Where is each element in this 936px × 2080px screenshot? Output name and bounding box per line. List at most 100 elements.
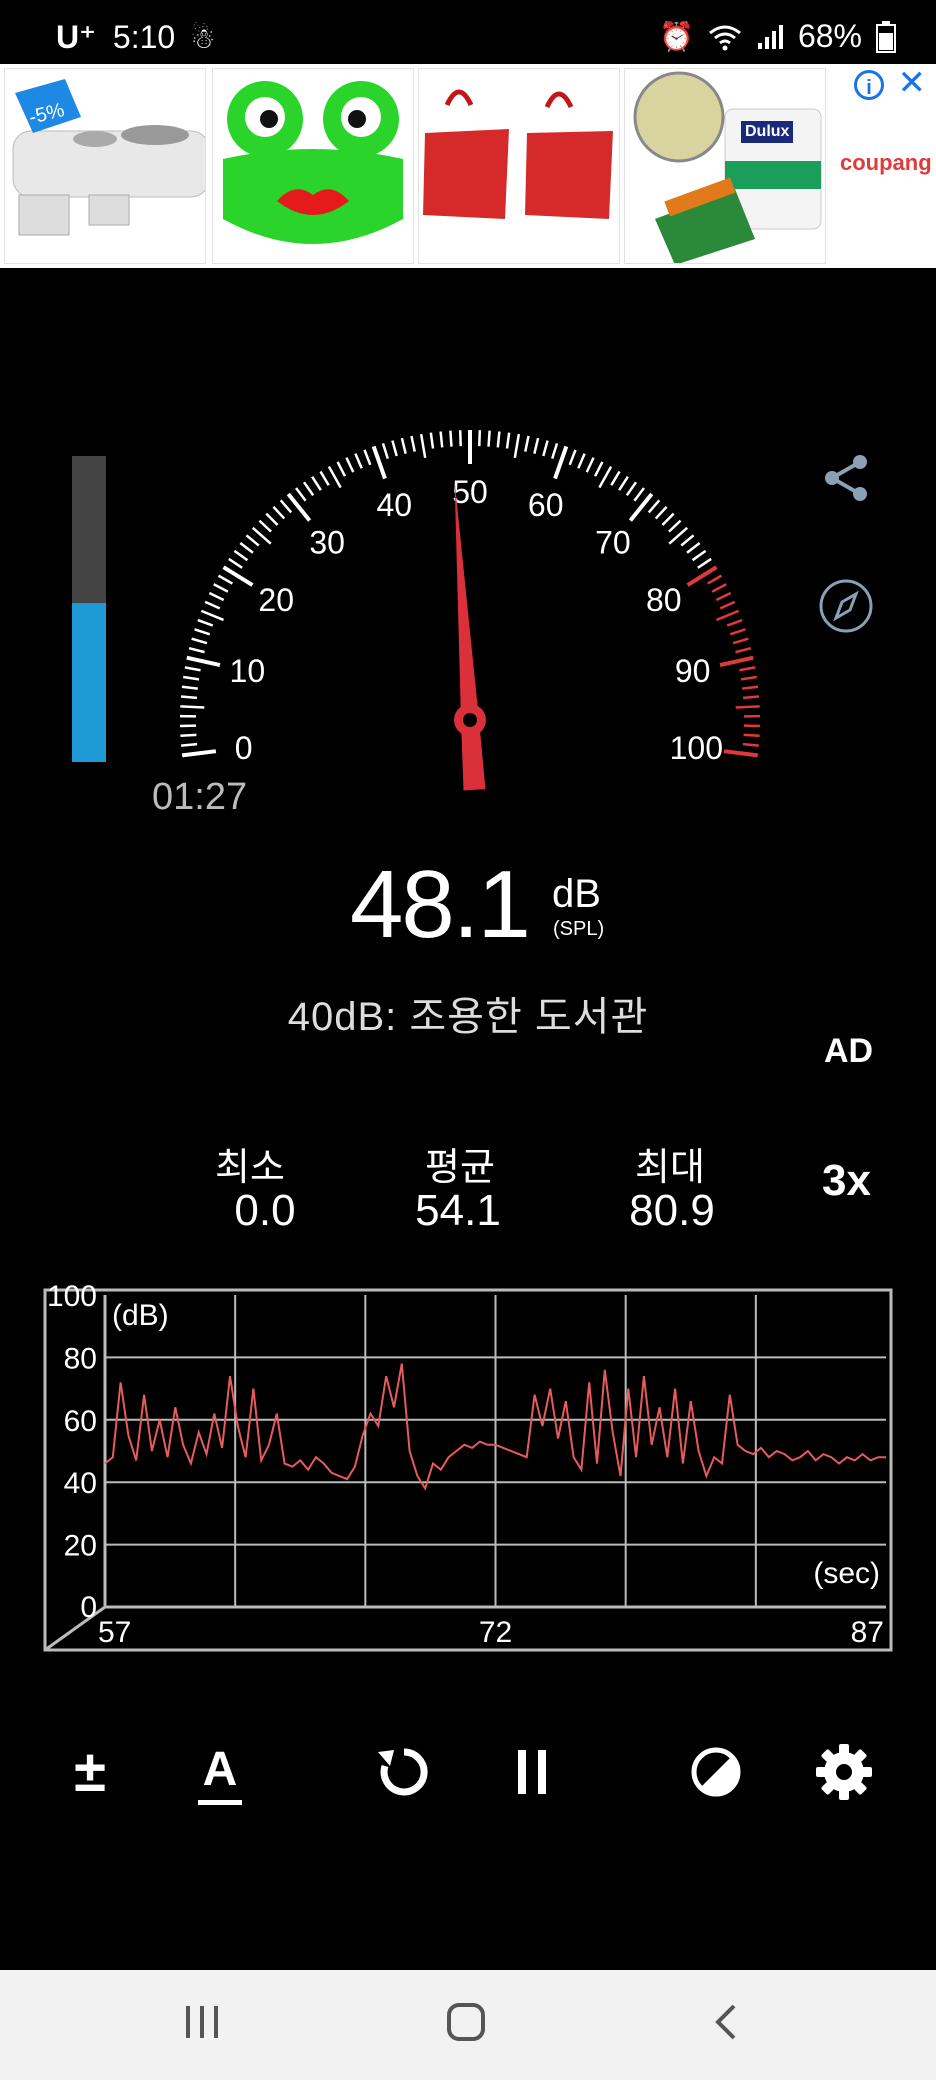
gauge-tick xyxy=(184,666,201,672)
ad-product-paint[interactable]: Dulux xyxy=(624,68,826,264)
gauge-tick xyxy=(197,618,214,627)
gauge-needle xyxy=(454,480,486,791)
recents-button[interactable] xyxy=(180,2000,224,2044)
reference-description: 40dB: 조용한 도서관 xyxy=(287,995,649,1039)
signal-icon xyxy=(757,24,783,49)
gauge-tick xyxy=(336,461,347,477)
gauge-hub-center xyxy=(463,713,477,727)
paint-brand-label: Dulux xyxy=(741,121,794,143)
gauge-tick xyxy=(487,430,491,447)
gauge-scale-label: 40 xyxy=(376,487,412,523)
gauge: 0 10 20 30 40 50 60 70 80 90 100 xyxy=(180,430,760,791)
gauge-tick xyxy=(553,445,569,480)
gauge-tick xyxy=(186,655,221,667)
gauge-tick xyxy=(654,505,668,520)
chart-y-ticks: 100 80 60 40 20 0 xyxy=(47,1285,97,1624)
gauge-tick xyxy=(715,591,732,602)
calibrate-button[interactable]: ± xyxy=(58,1740,122,1804)
gauge-tick xyxy=(740,675,757,681)
share-icon[interactable] xyxy=(816,448,876,508)
gauge-tick xyxy=(458,430,462,447)
history-chart: 100 80 60 40 20 0 57 72 87 (dB) (sec) xyxy=(43,1285,893,1652)
settings-button[interactable] xyxy=(812,1740,876,1804)
chart-y-label: (dB) xyxy=(112,1299,169,1332)
frog-image xyxy=(223,81,403,244)
gauge-tick xyxy=(295,487,307,502)
chart-x-tick-label: 57 xyxy=(98,1616,131,1649)
chart-grid xyxy=(105,1295,886,1607)
home-button[interactable] xyxy=(444,2000,488,2044)
chart-y-tick-label: 20 xyxy=(64,1530,97,1563)
db-value: 48.1 xyxy=(350,851,531,958)
calibrate-label: ± xyxy=(74,1739,106,1804)
chart-y-tick-label: 100 xyxy=(47,1285,97,1313)
gauge-tick xyxy=(661,512,675,526)
min-value: 0.0 xyxy=(234,1186,296,1235)
gauge-tick xyxy=(233,549,249,562)
ad-banner[interactable]: -5% Dulux coupang i ✕ xyxy=(0,64,936,268)
reset-button[interactable] xyxy=(372,1740,436,1804)
status-right: ⏰ 68% xyxy=(659,18,896,55)
gauge-tick xyxy=(191,637,208,645)
gauge-tick xyxy=(265,512,279,526)
max-label: 최대 xyxy=(635,1147,705,1189)
gauge-scale-label: 80 xyxy=(646,582,682,618)
min-label: 최소 xyxy=(215,1147,285,1189)
ad-product-caddy[interactable]: -5% xyxy=(4,68,206,264)
ad-product-bags[interactable] xyxy=(418,68,620,264)
pause-button[interactable] xyxy=(500,1740,564,1804)
gauge-tick xyxy=(618,476,629,491)
chart-border xyxy=(43,1288,893,1652)
clock: 5:10 xyxy=(112,19,176,55)
battery-percent: 68% xyxy=(797,18,862,54)
chart-x-ticks: 57 72 87 xyxy=(98,1616,884,1649)
gauge-scale-label: 100 xyxy=(670,730,723,766)
back-icon xyxy=(715,2004,736,2040)
gauge-tick xyxy=(551,442,559,459)
weighting-button[interactable]: A xyxy=(188,1740,252,1805)
gauge-tick xyxy=(319,470,330,486)
gauge-tick xyxy=(181,742,198,747)
gauge-tick xyxy=(729,628,746,636)
ad-close-icon[interactable]: ✕ xyxy=(898,66,927,100)
gauge-tick xyxy=(628,492,654,522)
gauge-tick xyxy=(735,646,752,654)
ad-info-icon[interactable]: i xyxy=(854,70,884,100)
gauge-scale-label: 60 xyxy=(528,487,564,523)
gauge-tick xyxy=(668,519,682,533)
wifi-icon xyxy=(709,25,741,50)
gauge-tick xyxy=(183,675,200,681)
compass-icon[interactable] xyxy=(816,576,876,636)
gauge-tick xyxy=(449,430,453,447)
gauge-tick xyxy=(686,541,701,554)
gauge-scale-label: 20 xyxy=(258,582,294,618)
avg-label: 평균 xyxy=(425,1147,495,1189)
theme-button[interactable] xyxy=(684,1740,748,1804)
gauge-tick xyxy=(568,449,577,466)
gauge-scale-label: 10 xyxy=(230,653,266,689)
gauge-tick xyxy=(228,557,243,569)
ad-product-frog[interactable] xyxy=(212,68,414,264)
carrier-label: U⁺ xyxy=(56,19,96,55)
gauge-tick xyxy=(213,583,229,593)
back-button[interactable] xyxy=(706,2000,750,2044)
time-scale-button[interactable]: 3x xyxy=(822,1156,871,1206)
gauge-tick xyxy=(739,666,756,672)
paint-image xyxy=(633,71,822,263)
gauge-scale-label: 0 xyxy=(235,730,253,766)
theme-icon xyxy=(691,1747,741,1797)
gauge-tick xyxy=(719,655,754,667)
gauge-tick xyxy=(585,457,595,473)
status-bar: U⁺ 5:10 ☃ ⏰ 68% xyxy=(0,0,936,64)
ad-toggle-button[interactable]: AD xyxy=(824,1032,873,1071)
gauge-tick xyxy=(410,435,416,452)
gauge-scale-label: 70 xyxy=(595,524,631,560)
gauge-tick xyxy=(691,549,707,562)
gauge-tick xyxy=(286,492,312,522)
gauge-tick xyxy=(542,440,549,457)
gauge-tick xyxy=(478,430,482,447)
db-unit: dB xyxy=(552,872,601,916)
chart-y-tick-label: 0 xyxy=(80,1591,97,1624)
chart-x-label: (sec) xyxy=(813,1557,880,1590)
chart-x-tick-label: 72 xyxy=(479,1616,512,1649)
